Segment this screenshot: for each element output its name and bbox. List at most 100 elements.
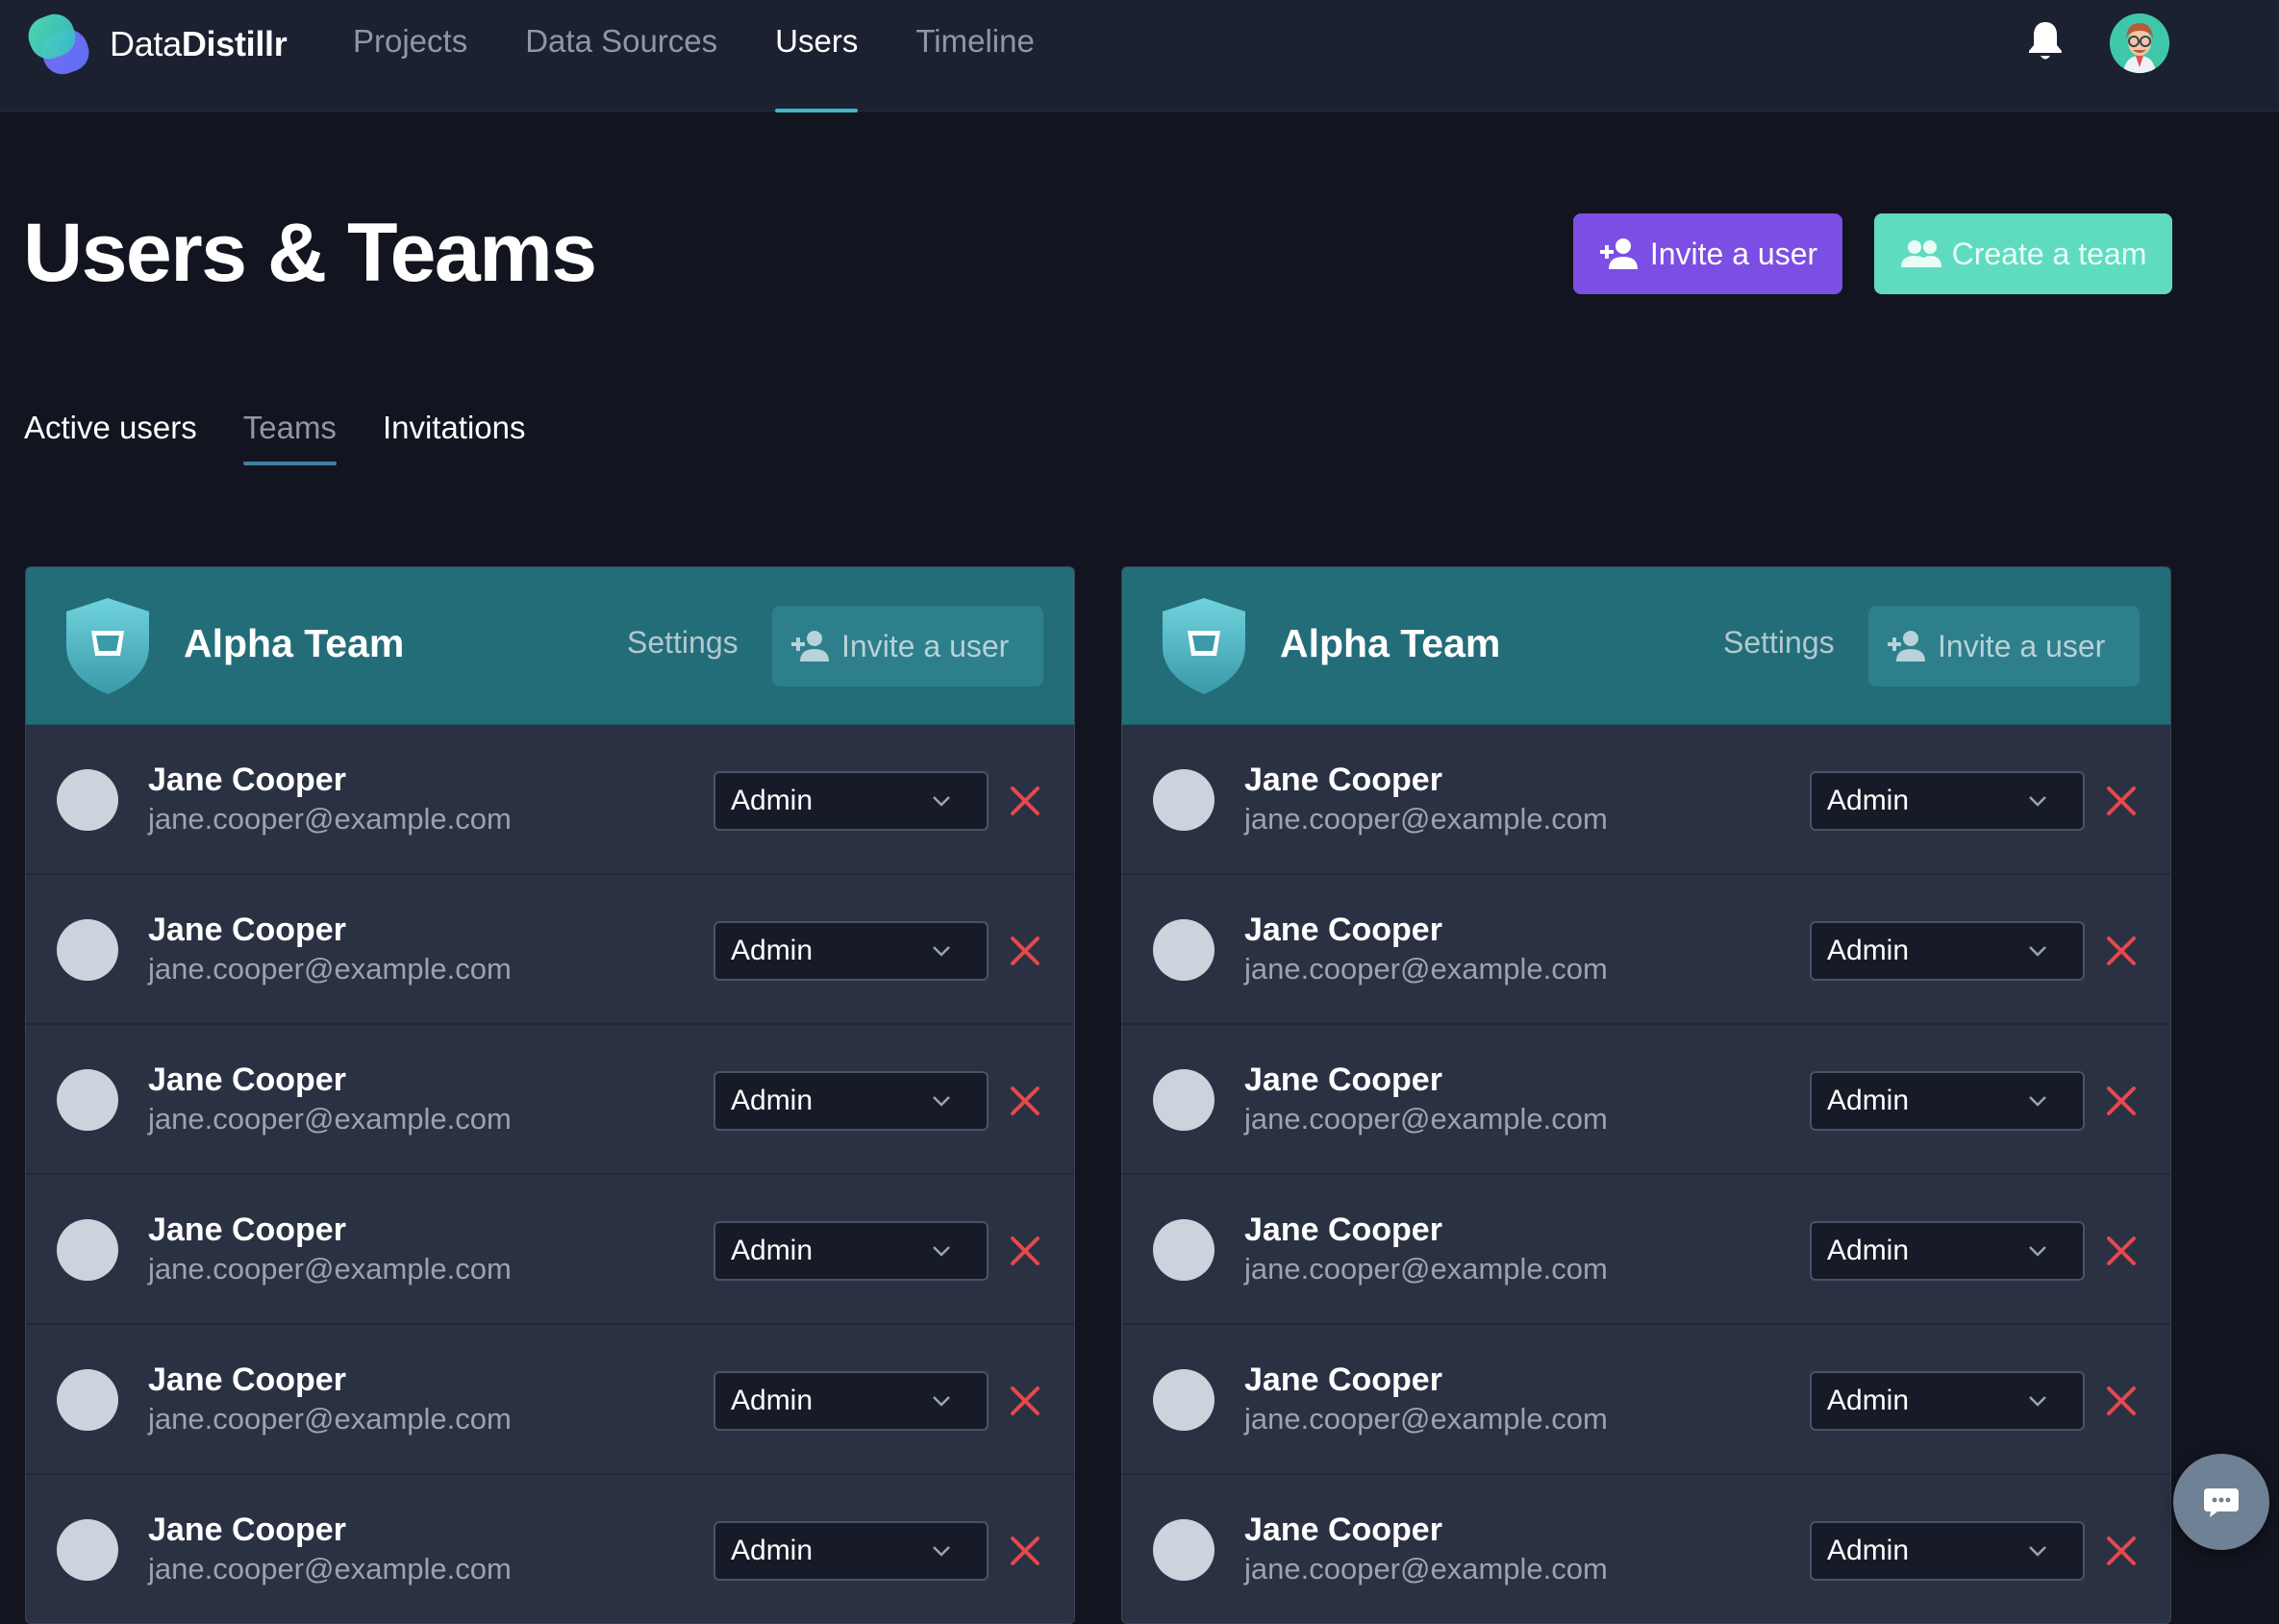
member-email: jane.cooper@example.com [148,802,512,836]
member-row: Jane Cooper jane.cooper@example.com Admi… [26,875,1074,1025]
tab-active-users[interactable]: Active users [24,410,197,465]
create-team-label: Create a team [1951,236,2147,271]
remove-member-icon[interactable] [2099,1529,2143,1573]
role-value: Admin [1827,935,1910,966]
member-row: Jane Cooper jane.cooper@example.com Admi… [1122,875,2170,1025]
role-value: Admin [1827,1535,1910,1566]
user-avatar[interactable] [2110,13,2169,73]
remove-member-icon[interactable] [2099,1079,2143,1123]
member-email: jane.cooper@example.com [148,1402,512,1436]
role-select[interactable]: Admin [714,1371,989,1431]
nav-projects[interactable]: Projects [353,0,467,112]
remove-member-icon[interactable] [2099,1229,2143,1273]
remove-member-icon[interactable] [2099,1379,2143,1423]
add-user-icon [1599,238,1638,269]
team-card-header: Alpha Team Settings Invite a user [1122,567,2170,725]
member-row: Jane Cooper jane.cooper@example.com Admi… [26,1025,1074,1175]
member-avatar [1153,919,1215,981]
tab-teams[interactable]: Teams [242,410,338,465]
role-value: Admin [1827,1385,1910,1416]
role-select[interactable]: Admin [1810,921,2085,981]
member-name: Jane Cooper [148,912,346,948]
member-avatar [57,769,118,831]
team-shield-icon [1163,598,1245,694]
role-select[interactable]: Admin [1810,1371,2085,1431]
role-select[interactable]: Admin [714,1521,989,1581]
role-value: Admin [1827,1085,1910,1116]
role-value: Admin [731,1235,814,1266]
role-select[interactable]: Admin [1810,1071,2085,1131]
role-value: Admin [731,1385,814,1416]
team-settings-link[interactable]: Settings [627,625,739,661]
member-email: jane.cooper@example.com [148,1252,512,1286]
chevron-down-icon [933,946,950,957]
remove-member-icon[interactable] [1003,1379,1047,1423]
tab-bar: Active users Teams Invitations [24,410,572,465]
nav-timeline[interactable]: Timeline [915,0,1034,112]
role-select[interactable]: Admin [714,921,989,981]
team-invite-user-button[interactable]: Invite a user [772,606,1043,687]
create-team-button[interactable]: Create a team [1874,213,2172,294]
chevron-down-icon [933,1546,950,1557]
role-select[interactable]: Admin [714,1221,989,1281]
invite-user-label: Invite a user [1649,236,1818,271]
chevron-down-icon [2029,946,2046,957]
member-email: jane.cooper@example.com [1244,1252,1608,1286]
chevron-down-icon [933,796,950,807]
member-name: Jane Cooper [148,1362,346,1398]
nav-data-sources[interactable]: Data Sources [525,0,717,112]
remove-member-icon[interactable] [2099,779,2143,823]
member-row: Jane Cooper jane.cooper@example.com Admi… [26,725,1074,875]
member-name: Jane Cooper [148,1512,346,1548]
member-avatar [1153,1369,1215,1431]
remove-member-icon[interactable] [1003,779,1047,823]
nav-users[interactable]: Users [775,0,859,112]
chevron-down-icon [2029,1246,2046,1257]
tab-invitations[interactable]: Invitations [383,410,526,465]
logo-icon [28,13,89,75]
member-avatar [1153,769,1215,831]
member-avatar [57,919,118,981]
group-icon [1900,240,1941,267]
member-row: Jane Cooper jane.cooper@example.com Admi… [1122,1175,2170,1325]
member-name: Jane Cooper [148,1062,346,1098]
remove-member-icon[interactable] [1003,1229,1047,1273]
remove-member-icon[interactable] [1003,1529,1047,1573]
member-email: jane.cooper@example.com [148,1102,512,1136]
member-name: Jane Cooper [148,1212,346,1248]
member-email: jane.cooper@example.com [1244,1102,1608,1136]
role-select[interactable]: Admin [714,1071,989,1131]
member-email: jane.cooper@example.com [148,1552,512,1586]
member-row: Jane Cooper jane.cooper@example.com Admi… [26,1475,1074,1623]
chat-button[interactable] [2173,1454,2269,1550]
member-name: Jane Cooper [1244,1212,1442,1248]
member-name: Jane Cooper [1244,912,1442,948]
chevron-down-icon [2029,1096,2046,1107]
member-row: Jane Cooper jane.cooper@example.com Admi… [26,1175,1074,1325]
member-name: Jane Cooper [1244,1362,1442,1398]
role-select[interactable]: Admin [714,771,989,831]
avatar-illustration [2110,13,2169,73]
role-select[interactable]: Admin [1810,771,2085,831]
invite-user-button[interactable]: Invite a user [1573,213,1842,294]
remove-member-icon[interactable] [1003,929,1047,973]
chevron-down-icon [2029,796,2046,807]
team-card-header: Alpha Team Settings Invite a user [26,567,1074,725]
member-name: Jane Cooper [1244,762,1442,798]
team-settings-link[interactable]: Settings [1723,625,1835,661]
member-avatar [57,1219,118,1281]
role-value: Admin [731,1085,814,1116]
bell-icon[interactable] [2025,19,2066,63]
role-select[interactable]: Admin [1810,1521,2085,1581]
team-shield-icon [66,598,149,694]
remove-member-icon[interactable] [2099,929,2143,973]
member-list: Jane Cooper jane.cooper@example.com Admi… [26,725,1074,1623]
member-row: Jane Cooper jane.cooper@example.com Admi… [1122,1475,2170,1623]
brand-logo[interactable]: DataDistillr [25,10,288,79]
member-email: jane.cooper@example.com [1244,1552,1608,1586]
top-navbar: DataDistillr Projects Data Sources Users… [0,0,2279,112]
remove-member-icon[interactable] [1003,1079,1047,1123]
team-invite-user-button[interactable]: Invite a user [1868,606,2140,687]
role-select[interactable]: Admin [1810,1221,2085,1281]
role-value: Admin [731,1535,814,1566]
